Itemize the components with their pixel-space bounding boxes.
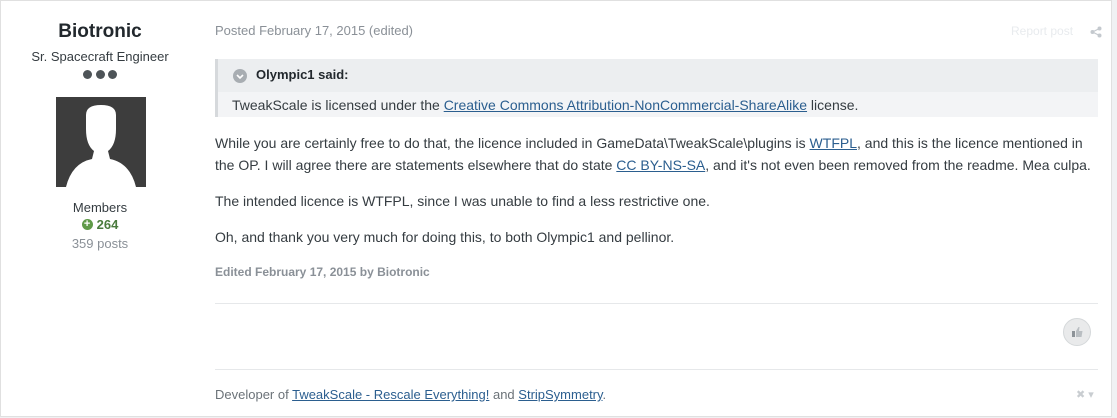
divider xyxy=(215,369,1098,370)
post-paragraph: While you are certainly free to do that,… xyxy=(215,132,1095,176)
signature: Developer of TweakScale - Rescale Everyt… xyxy=(215,387,606,402)
rank-dots xyxy=(83,70,117,80)
post-count: 359 posts xyxy=(71,236,129,251)
quote-text-start: TweakScale is licensed under the xyxy=(232,97,444,113)
wtfpl-link[interactable]: WTFPL xyxy=(810,135,857,151)
rank-dot xyxy=(83,70,92,79)
forum-post: Biotronic Sr. Spacecraft Engineer Member… xyxy=(0,0,1112,417)
paragraph-text: , and it's not even been removed from th… xyxy=(705,157,1091,173)
author-title: Sr. Spacecraft Engineer xyxy=(31,49,169,64)
cc-license-link[interactable]: Creative Commons Attribution-NonCommerci… xyxy=(444,97,807,113)
quote-header: Olympic1 said: xyxy=(218,59,1098,92)
signature-text: Developer of xyxy=(215,387,293,402)
edited-note: Edited February 17, 2015 by Biotronic xyxy=(215,265,430,279)
author-group: Members xyxy=(72,200,128,215)
chevron-down-icon[interactable] xyxy=(233,69,247,83)
like-button[interactable] xyxy=(1063,318,1091,346)
share-icon[interactable] xyxy=(1090,25,1102,43)
reputation-count: 264 xyxy=(96,217,119,232)
reputation-badge[interactable]: + 264 xyxy=(1,217,199,232)
rank-dot xyxy=(108,70,117,79)
like-icon xyxy=(1072,327,1083,337)
rank-dot xyxy=(95,70,105,79)
quote-block: Olympic1 said: TweakScale is licensed un… xyxy=(215,59,1098,117)
post-paragraph: Oh, and thank you very much for doing th… xyxy=(215,229,675,245)
post-meta[interactable]: Posted February 17, 2015 (edited) xyxy=(215,23,413,38)
signature-text: and xyxy=(489,387,519,402)
quote-text: TweakScale is licensed under the Creativ… xyxy=(232,97,858,113)
avatar[interactable] xyxy=(56,97,146,187)
cc-by-ns-sa-link[interactable]: CC BY-NS-SA xyxy=(616,157,705,173)
post-paragraph: The intended licence is WTFPL, since I w… xyxy=(215,193,710,209)
signature-options-icon[interactable]: ✖ ▾ xyxy=(1076,388,1094,401)
author-name[interactable]: Biotronic xyxy=(1,21,199,43)
author-panel: Biotronic Sr. Spacecraft Engineer Member… xyxy=(1,1,199,418)
report-post-link[interactable]: Report post xyxy=(1011,24,1073,38)
quote-author: Olympic1 said: xyxy=(256,67,349,82)
signature-text: . xyxy=(602,387,607,402)
paragraph-text: While you are certainly free to do that,… xyxy=(215,135,810,151)
avatar-silhouette-icon xyxy=(66,105,136,187)
post-content: While you are certainly free to do that,… xyxy=(215,132,1095,262)
quote-text-end: license. xyxy=(807,97,859,113)
plus-circle-icon: + xyxy=(81,219,93,230)
stripsymmetry-link[interactable]: StripSymmetry xyxy=(518,387,602,402)
divider xyxy=(215,303,1098,304)
tweakscale-link[interactable]: TweakScale - Rescale Everything! xyxy=(292,387,489,402)
